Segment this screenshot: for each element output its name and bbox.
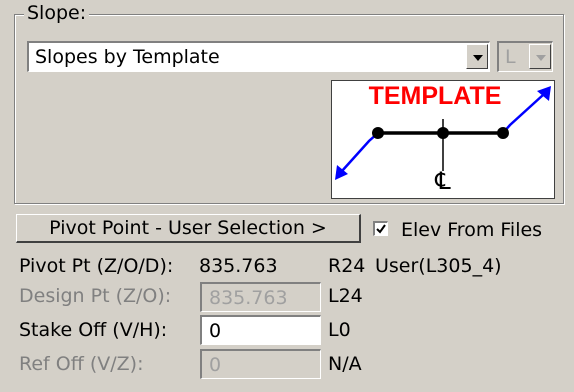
slope-type-dropdown-button[interactable] — [466, 44, 488, 69]
ref-off-code: N/A — [328, 353, 362, 375]
checkmark-icon — [376, 224, 386, 234]
side-dropdown-button[interactable] — [529, 44, 551, 69]
center-point — [437, 127, 449, 139]
pivot-pt-code: R24 — [328, 255, 366, 277]
design-pt-field: 835.763 — [200, 282, 321, 312]
side-dropdown[interactable]: L — [497, 41, 553, 72]
pivot-pt-source: User(L305_4) — [375, 255, 502, 277]
design-pt-label: Design Pt (Z/O): — [19, 285, 172, 307]
right-slope-line — [502, 94, 544, 134]
ref-off-value: 0 — [209, 354, 222, 376]
slope-type-value: Slopes by Template — [35, 46, 220, 68]
stake-off-value: 0 — [209, 320, 222, 342]
chevron-down-icon — [536, 55, 546, 61]
right-point — [497, 127, 509, 139]
left-point — [372, 127, 384, 139]
centerline-symbol: ℄ — [434, 167, 451, 195]
stake-off-label: Stake Off (V/H): — [19, 319, 168, 341]
design-pt-value: 835.763 — [209, 287, 288, 309]
slope-type-dropdown[interactable]: Slopes by Template — [27, 41, 490, 72]
pivot-point-selection-button[interactable]: Pivot Point - User Selection > — [16, 214, 361, 243]
design-pt-code: L24 — [328, 285, 363, 307]
stake-off-code: L0 — [328, 319, 351, 341]
template-diagram: TEMPLATE ℄ — [331, 80, 555, 199]
ref-off-label: Ref Off (V/Z): — [19, 353, 144, 375]
pivot-pt-label: Pivot Pt (Z/O/D): — [19, 255, 174, 277]
ref-off-field: 0 — [200, 349, 321, 379]
pivot-pt-value: 835.763 — [199, 255, 278, 277]
elev-from-files-label: Elev From Files — [401, 219, 543, 241]
chevron-down-icon — [473, 55, 483, 61]
left-slope-line — [341, 132, 379, 172]
elev-from-files-checkbox[interactable] — [373, 221, 388, 236]
template-label: TEMPLATE — [369, 82, 502, 110]
stake-off-input[interactable]: 0 — [200, 315, 321, 345]
slope-group-legend: Slope: — [24, 1, 90, 25]
side-dropdown-value: L — [505, 46, 516, 68]
